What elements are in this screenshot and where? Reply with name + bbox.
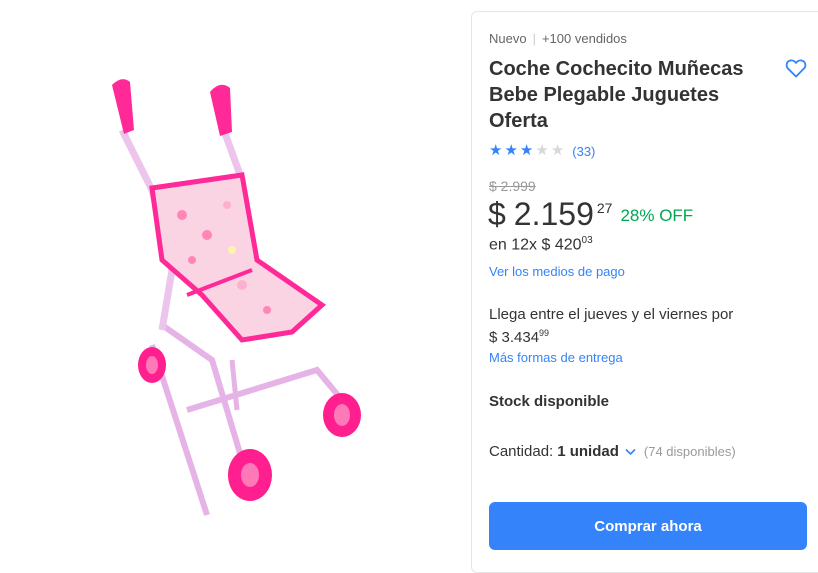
star-icon: ★ bbox=[489, 142, 503, 159]
stock-status: Stock disponible bbox=[489, 393, 610, 410]
current-price: $ 2.159 27 28% OFF bbox=[488, 194, 693, 234]
star-icon: ★ bbox=[504, 142, 518, 159]
purchase-panel: Nuevo | +100 vendidos Coche Cochecito Muñe… bbox=[471, 11, 818, 573]
rating-stars: ★ ★ ★ ★ ★ bbox=[489, 143, 564, 159]
star-icon: ★ bbox=[519, 142, 534, 159]
buy-now-button[interactable]: Comprar ahora bbox=[489, 502, 807, 550]
product-title: Coche Cochecito Muñecas Bebe Plegable Ju… bbox=[489, 58, 744, 132]
quantity-label: Cantidad: bbox=[489, 443, 554, 460]
rating[interactable]: ★ ★ ★ ★ ★ (33) bbox=[489, 143, 595, 159]
rating-count[interactable]: (33) bbox=[572, 144, 595, 159]
sold-count: +100 vendidos bbox=[541, 31, 627, 46]
meta-separator: | bbox=[532, 31, 536, 46]
installments: en 12x $ 42003 bbox=[489, 235, 593, 254]
doll-stroller-image[interactable] bbox=[92, 70, 382, 530]
heart-icon[interactable] bbox=[784, 56, 808, 80]
price-cents: 27 bbox=[596, 200, 613, 216]
shipping-text: Llega entre el jueves y el viernes por bbox=[489, 306, 734, 323]
product-meta: Nuevo | +100 vendidos bbox=[489, 31, 627, 46]
installments-cents: 03 bbox=[581, 235, 593, 246]
delivery-options-link[interactable]: Más formas de entrega bbox=[489, 350, 623, 365]
quantity-value: 1 unidad bbox=[557, 443, 619, 460]
star-empty-icon: ★ bbox=[535, 142, 549, 159]
original-price: $ 2.999 bbox=[489, 178, 536, 194]
quantity-selector[interactable]: Cantidad: 1 unidad (74 disponibles) bbox=[489, 443, 736, 460]
star-empty-icon: ★ bbox=[550, 142, 565, 159]
discount-badge: 28% OFF bbox=[620, 206, 694, 225]
condition-label: Nuevo bbox=[489, 31, 527, 46]
product-gallery bbox=[0, 0, 470, 554]
shipping-price: $ 3.434 bbox=[489, 329, 540, 346]
available-count: (74 disponibles) bbox=[643, 444, 736, 459]
payment-methods-link[interactable]: Ver los medios de pago bbox=[489, 264, 625, 279]
shipping-info: Llega entre el jueves y el viernes por $… bbox=[489, 305, 759, 347]
price-integer: 2.159 bbox=[513, 196, 594, 232]
installments-text: en 12x $ 420 bbox=[489, 236, 582, 254]
shipping-price-cents: 99 bbox=[539, 328, 550, 338]
chevron-down-icon bbox=[625, 448, 636, 456]
price-currency: $ bbox=[488, 196, 506, 232]
